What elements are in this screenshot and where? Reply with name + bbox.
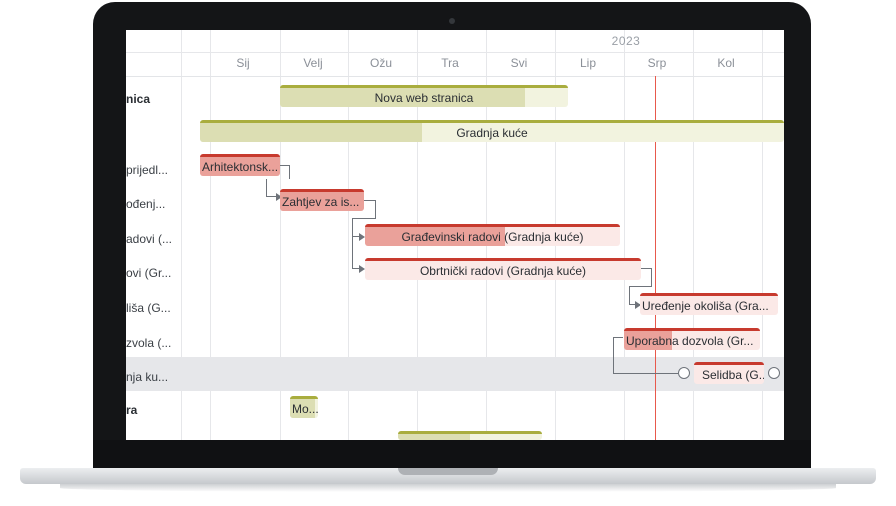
task-bar-label: Uporabna dozvola (Gr... [626,333,754,348]
task-bar-nova-web-stranica[interactable]: Nova web stranica [280,85,568,107]
laptop-shadow [60,484,836,492]
task-bar-label: Arhitektonsk... [202,159,279,174]
task-bar-label: Zahtjev za is... [282,194,360,209]
year-label: 2023 [611,34,641,48]
task-bar-gradnja-kuce[interactable]: Gradnja kuće [200,120,784,142]
drag-handle-right[interactable] [768,367,780,379]
task-label[interactable]: liša (G... [126,301,182,315]
task-label[interactable]: ovi (Gr... [126,266,182,280]
task-bar-label: Uređenje okoliša (Gra... [642,298,769,313]
task-label[interactable]: nica [126,92,182,106]
task-label[interactable]: adovi (... [126,232,182,246]
gantt-screen: 2023 Sij Velj Ožu Tra Svi Lip Srp Kol ni… [126,30,784,440]
month-label: Lip [579,56,596,70]
task-bar-gradevinski[interactable]: Građevinski radovi (Gradnja kuće) [365,224,620,246]
task-label[interactable]: ra [126,403,182,417]
task-bar-zahtjev[interactable]: Zahtjev za is... [280,189,364,211]
month-label: Velj [303,56,323,70]
task-label[interactable]: zvola (... [126,336,182,350]
task-bar-label: Nova web stranica [374,90,474,105]
month-label: Srp [647,56,667,70]
drag-handle-left[interactable] [678,367,690,379]
task-bar-uporabna[interactable]: Uporabna dozvola (Gr... [624,328,760,350]
task-bar-label: Selidba (G... [702,367,764,382]
laptop-bezel [93,440,811,470]
task-bar-partial[interactable] [398,431,542,440]
month-label: Kol [717,56,735,70]
task-bar-mo[interactable]: Mo... [290,396,318,418]
dependency-connector [613,337,623,374]
month-label: Ožu [369,56,392,70]
task-bar-label: Obrtnički radovi (Gradnja kuće) [419,263,587,278]
task-bar-obrtnicki[interactable]: Obrtnički radovi (Gradnja kuće) [365,258,641,280]
camera-dot [449,18,455,24]
task-bar-arhitektonski[interactable]: Arhitektonsk... [200,154,280,176]
task-label[interactable]: nja ku... [126,370,182,384]
task-label[interactable]: prijedl... [126,163,182,177]
task-bar-uredenje[interactable]: Uređenje okoliša (Gra... [640,293,778,315]
progress-fill [398,434,470,440]
task-bar-label: Gradnja kuće [456,125,528,140]
laptop-base-notch [398,468,498,475]
timeline-year-header: 2023 [126,30,784,53]
month-label: Svi [510,56,528,70]
task-bar-label: Mo... [292,401,318,416]
month-label: Sij [236,56,250,70]
task-bar-selidba[interactable]: Selidba (G... [694,362,764,384]
month-label: Tra [441,56,459,70]
dependency-connector [362,200,376,218]
task-label[interactable]: ođenj... [126,197,182,211]
timeline-month-header: Sij Velj Ožu Tra Svi Lip Srp Kol [126,52,784,77]
task-bar-label: Građevinski radovi (Gradnja kuće) [401,229,584,244]
